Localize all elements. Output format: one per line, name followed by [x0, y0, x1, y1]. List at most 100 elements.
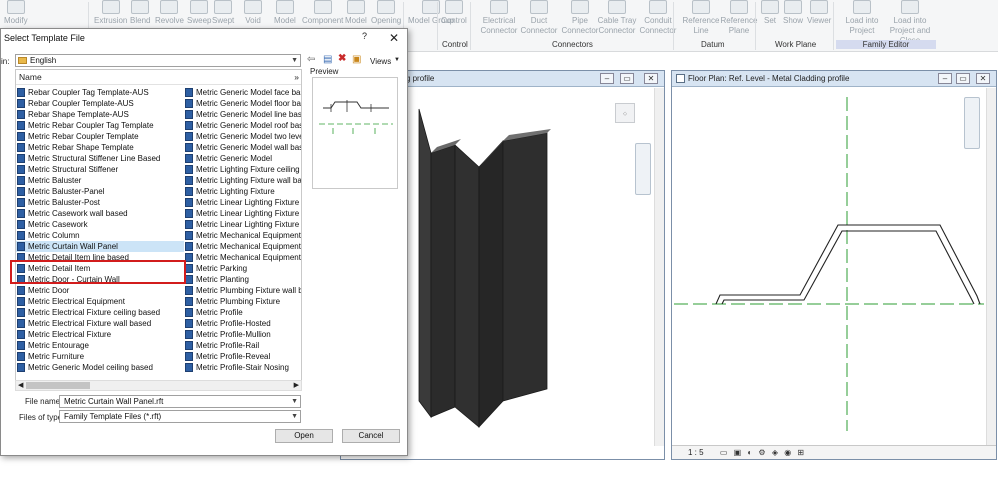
template-file-name: Metric Mechanical Equipment: [196, 253, 301, 262]
views-chevron-icon[interactable]: ▼: [394, 57, 400, 63]
scroll-right-arrow-icon[interactable]: ▶: [294, 381, 299, 389]
ribbon-button[interactable]: Conduit Connector: [634, 0, 682, 36]
open-button[interactable]: Open: [275, 429, 333, 443]
template-file-item[interactable]: Metric Planting: [184, 274, 301, 285]
view-scale[interactable]: 1 : 5: [688, 448, 704, 457]
dialog-close-button[interactable]: ✕: [389, 31, 399, 45]
template-file-item[interactable]: Metric Linear Lighting Fixture w: [184, 208, 301, 219]
file-name-input[interactable]: Metric Curtain Wall Panel.rft ▼: [59, 395, 301, 408]
template-file-item[interactable]: Metric Lighting Fixture: [184, 186, 301, 197]
template-file-item[interactable]: Metric Plumbing Fixture wall ba: [184, 285, 301, 296]
template-file-item[interactable]: Metric Profile-Rail: [184, 340, 301, 351]
template-file-item[interactable]: Metric Door: [16, 285, 184, 296]
floor-plan-window[interactable]: Floor Plan: Ref. Level - Metal Cladding …: [671, 70, 997, 460]
template-file-item[interactable]: Metric Baluster-Panel: [16, 186, 184, 197]
template-file-item[interactable]: Rebar Shape Template-AUS: [16, 109, 184, 120]
template-file-item[interactable]: Metric Generic Model ceiling based: [16, 362, 184, 373]
template-file-item[interactable]: Metric Electrical Equipment: [16, 296, 184, 307]
template-file-item[interactable]: Metric Generic Model line base: [184, 109, 301, 120]
template-file-item[interactable]: Metric Casework: [16, 219, 184, 230]
template-file-item[interactable]: Metric Linear Lighting Fixture: [184, 219, 301, 230]
template-file-item[interactable]: Metric Mechanical Equipment: [184, 252, 301, 263]
template-file-item[interactable]: Metric Parking: [184, 263, 301, 274]
template-file-item[interactable]: Metric Entourage: [16, 340, 184, 351]
scroll-right-icon[interactable]: »: [294, 70, 299, 84]
ribbon-button[interactable]: Revolve: [155, 0, 184, 26]
ribbon-button[interactable]: Component: [302, 0, 343, 26]
template-file-item[interactable]: Rebar Coupler Tag Template-AUS: [16, 87, 184, 98]
template-file-item[interactable]: Metric Rebar Shape Template: [16, 142, 184, 153]
template-file-item[interactable]: Metric Linear Lighting Fixture c: [184, 197, 301, 208]
template-file-item[interactable]: Metric Lighting Fixture wall bas: [184, 175, 301, 186]
up-folder-icon[interactable]: ▤: [323, 55, 332, 65]
chevron-down-icon[interactable]: ▼: [291, 411, 298, 422]
file-type-dropdown[interactable]: Family Template Files (*.rft) ▼: [59, 410, 301, 423]
template-file-item[interactable]: Metric Structural Stiffener: [16, 164, 184, 175]
template-file-item[interactable]: Metric Plumbing Fixture: [184, 296, 301, 307]
template-file-item[interactable]: Metric Curtain Wall Panel: [16, 241, 184, 252]
template-file-item[interactable]: Metric Generic Model: [184, 153, 301, 164]
template-file-item[interactable]: Metric Mechanical Equipment v: [184, 241, 301, 252]
template-file-item[interactable]: Metric Rebar Coupler Template: [16, 131, 184, 142]
ribbon-button[interactable]: Set: [761, 0, 779, 26]
ribbon-button[interactable]: Sweep: [187, 0, 211, 26]
ribbon-tool-icon: [608, 0, 626, 14]
template-file-list[interactable]: Name » Rebar Coupler Tag Template-AUS Reb…: [15, 69, 302, 381]
template-file-item[interactable]: Metric Profile-Mullion: [184, 329, 301, 340]
template-file-item[interactable]: Metric Baluster: [16, 175, 184, 186]
template-file-item[interactable]: Metric Profile-Stair Nosing: [184, 362, 301, 373]
scrollbar-thumb[interactable]: [26, 382, 90, 389]
template-file-item[interactable]: Metric Electrical Fixture wall based: [16, 318, 184, 329]
template-file-item[interactable]: Rebar Coupler Template-AUS: [16, 98, 184, 109]
ribbon-button[interactable]: Void: [244, 0, 262, 26]
ribbon-button[interactable]: Modify: [4, 0, 28, 26]
template-file-item[interactable]: Metric Structural Stiffener Line Based: [16, 153, 184, 164]
chevron-down-icon[interactable]: ▼: [291, 396, 298, 407]
ribbon-button[interactable]: Swept: [212, 0, 234, 26]
ribbon-button[interactable]: Extrusion: [94, 0, 127, 26]
ribbon-button[interactable]: Control: [441, 0, 467, 26]
template-file-item[interactable]: Metric Furniture: [16, 351, 184, 362]
ribbon-button[interactable]: Model: [274, 0, 296, 26]
floor-plan-drawing: [674, 97, 984, 431]
file-list-hscrollbar[interactable]: ◀ ▶: [15, 380, 302, 391]
ribbon-button[interactable]: Opening: [371, 0, 401, 26]
template-file-item[interactable]: Metric Column: [16, 230, 184, 241]
template-file-item[interactable]: Metric Generic Model roof base: [184, 120, 301, 131]
template-file-item[interactable]: Metric Baluster-Post: [16, 197, 184, 208]
ribbon-button[interactable]: Show: [783, 0, 803, 26]
ribbon-tool-icon: [377, 0, 396, 14]
file-list-column-1: Rebar Coupler Tag Template-AUS Rebar Coup…: [16, 87, 184, 373]
template-file-item[interactable]: Metric Generic Model face base: [184, 87, 301, 98]
ribbon-button[interactable]: Load into Project: [838, 0, 886, 36]
template-file-item[interactable]: Metric Electrical Fixture: [16, 329, 184, 340]
template-file-item[interactable]: Metric Electrical Fixture ceiling based: [16, 307, 184, 318]
ribbon-button[interactable]: Viewer: [807, 0, 831, 26]
new-folder-icon[interactable]: ▣: [352, 55, 361, 65]
cancel-button[interactable]: Cancel: [342, 429, 400, 443]
name-column-header[interactable]: Name »: [16, 70, 301, 85]
ribbon-button-label: Opening: [371, 16, 402, 25]
template-file-item[interactable]: Metric Casework wall based: [16, 208, 184, 219]
views-menu[interactable]: Views: [370, 57, 391, 66]
view-control-icons[interactable]: ▭ ▣ ◐ ⚙ ◈ ◉ ⊞: [720, 448, 806, 457]
template-file-item[interactable]: Metric Mechanical Equipment c: [184, 230, 301, 241]
scroll-left-arrow-icon[interactable]: ◀: [18, 381, 23, 389]
template-file-item[interactable]: Metric Profile: [184, 307, 301, 318]
template-file-item[interactable]: Metric Generic Model two leve: [184, 131, 301, 142]
family-template-file-icon: [185, 198, 193, 207]
ribbon-tool-icon: [131, 0, 150, 14]
ribbon-button[interactable]: Blend: [130, 0, 150, 26]
template-file-item[interactable]: Metric Lighting Fixture ceiling b: [184, 164, 301, 175]
chevron-down-icon[interactable]: ▼: [291, 55, 298, 66]
template-file-item[interactable]: Metric Profile-Hosted: [184, 318, 301, 329]
look-in-dropdown[interactable]: English ▼: [15, 54, 301, 67]
template-file-item[interactable]: Metric Profile-Reveal: [184, 351, 301, 362]
delete-icon[interactable]: ✖: [338, 54, 346, 64]
template-file-item[interactable]: Metric Generic Model floor bas: [184, 98, 301, 109]
ribbon-button[interactable]: Model: [345, 0, 367, 26]
back-arrow-icon[interactable]: ⇦: [307, 55, 315, 65]
help-button[interactable]: ?: [362, 31, 367, 41]
template-file-item[interactable]: Metric Rebar Coupler Tag Template: [16, 120, 184, 131]
template-file-item[interactable]: Metric Generic Model wall base: [184, 142, 301, 153]
